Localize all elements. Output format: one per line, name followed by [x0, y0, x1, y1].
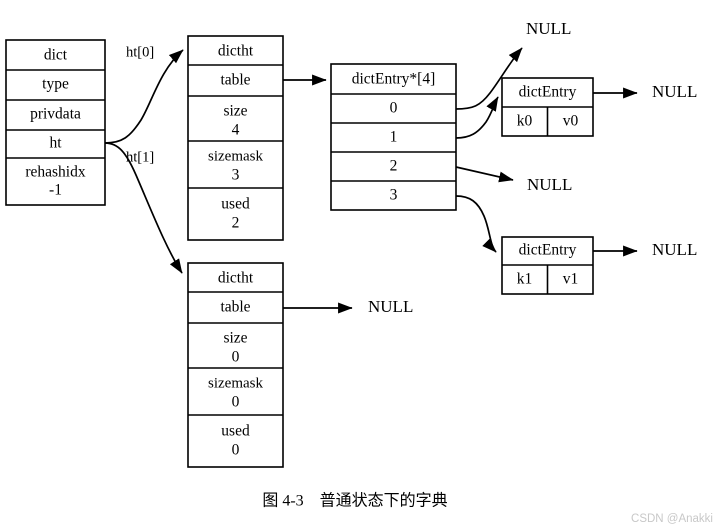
- bucket-array-title: dictEntry*[4]: [352, 71, 436, 88]
- dictht-1-table-label: table: [220, 299, 250, 316]
- dictht-0-sizemask-label: sizemask: [208, 148, 263, 164]
- dict-entry-1-box: dictEntry k1 v1: [501, 236, 594, 295]
- dict-field-rehashidx-value: -1: [49, 182, 62, 199]
- dictht-0-title: dictht: [218, 43, 254, 60]
- figure-canvas: dict type privdata ht rehashidx -1 ht[0]…: [0, 0, 721, 532]
- edge-bucket1-to-entry0: [455, 96, 499, 139]
- dictht-1-size-value: 0: [232, 349, 240, 366]
- dict-title: dict: [44, 47, 68, 64]
- dict-field-ht: ht: [49, 135, 62, 152]
- dictht-0-used-label: used: [221, 196, 250, 213]
- bucket-index-3: 3: [390, 187, 398, 204]
- dictht-0-size-label: size: [223, 103, 247, 120]
- dict-entry-0-key: k0: [517, 113, 533, 130]
- dict-struct-box: dict type privdata ht rehashidx -1: [5, 39, 106, 206]
- dict-structure-diagram: dict type privdata ht rehashidx -1 ht[0]…: [5, 19, 713, 525]
- null-bucket0: NULL: [526, 19, 571, 38]
- watermark-label: CSDN @Anakki: [631, 513, 713, 525]
- dictht-1-used-value: 0: [232, 442, 240, 459]
- dict-entry-0-title: dictEntry: [519, 84, 577, 101]
- figure-caption: 图 4-3 普通状态下的字典: [262, 492, 447, 510]
- dictht-1-size-label: size: [223, 330, 247, 347]
- dictht-0-used-value: 2: [232, 215, 240, 232]
- dictht-0-sizemask-value: 3: [232, 167, 240, 184]
- dict-entry-0-value: v0: [563, 113, 579, 130]
- edge-bucket2-to-null: [455, 166, 514, 183]
- dict-entry-1-title: dictEntry: [519, 242, 577, 259]
- null-bucket2: NULL: [527, 175, 572, 194]
- dictht-0-size-value: 4: [232, 122, 240, 139]
- dict-field-rehashidx: rehashidx: [25, 164, 86, 181]
- bucket-index-2: 2: [390, 158, 398, 175]
- null-entry0-next: NULL: [652, 82, 697, 101]
- dictht-1-title: dictht: [218, 270, 254, 287]
- dict-entry-1-key: k1: [517, 271, 533, 288]
- dictht-1-box: dictht table size 0 sizemask 0 used 0: [187, 262, 284, 468]
- ht-pointer-edges: ht[0] ht[1]: [104, 44, 184, 274]
- dict-field-type: type: [42, 76, 69, 93]
- null-ht1-table: NULL: [368, 297, 413, 316]
- dictht-0-table-label: table: [220, 72, 250, 89]
- dict-entry-1-value: v1: [563, 271, 579, 288]
- dict-entry-0-box: dictEntry k0 v0: [501, 77, 594, 137]
- edge-bucket3-to-entry1: [455, 195, 497, 253]
- null-entry1-next: NULL: [652, 240, 697, 259]
- dictht-1-sizemask-value: 0: [232, 394, 240, 411]
- edge-label-ht1: ht[1]: [126, 149, 154, 165]
- edge-ht0: [104, 49, 184, 144]
- bucket-index-0: 0: [390, 100, 398, 117]
- dictht-1-used-label: used: [221, 423, 250, 440]
- bucket-index-1: 1: [390, 129, 398, 146]
- dict-field-privdata: privdata: [30, 106, 81, 123]
- dictht-1-sizemask-label: sizemask: [208, 375, 263, 391]
- edge-label-ht0: ht[0]: [126, 44, 154, 60]
- dictht-0-box: dictht table size 4 sizemask 3 used 2: [187, 35, 284, 241]
- bucket-array-box: dictEntry*[4] 0 1 2 3: [330, 63, 457, 211]
